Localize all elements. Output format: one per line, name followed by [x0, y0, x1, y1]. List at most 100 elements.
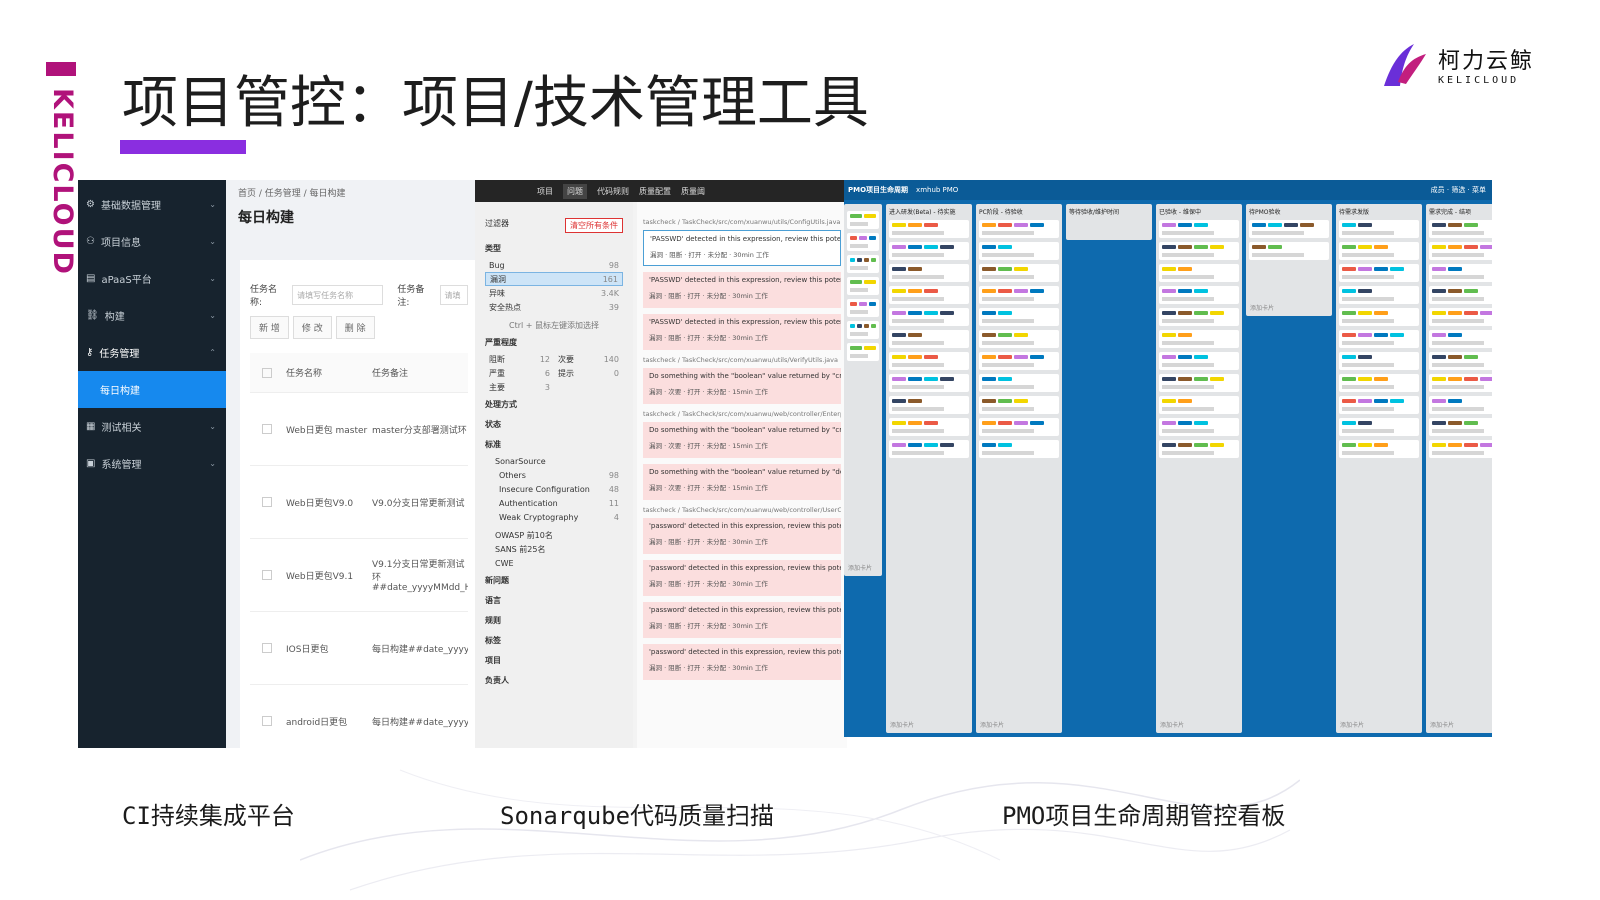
board-card[interactable]: [889, 374, 969, 392]
board-card[interactable]: [889, 396, 969, 414]
board-card[interactable]: [979, 418, 1059, 436]
board-card[interactable]: [979, 440, 1059, 458]
nav-quality-gates[interactable]: 质量阈: [681, 186, 705, 197]
type-bug[interactable]: Bug 98: [485, 258, 623, 272]
board-card[interactable]: [1429, 374, 1492, 392]
board-card[interactable]: [889, 308, 969, 326]
facet-language[interactable]: 语言: [485, 590, 623, 610]
table-row[interactable]: Web日更包V9.1 V9.1分支日常更新测试环 ##date_yyyyMMdd_…: [250, 539, 468, 612]
board-card[interactable]: [979, 374, 1059, 392]
column-header-name[interactable]: 任务名称: [286, 366, 372, 379]
add-card-button[interactable]: 添加卡片: [1430, 720, 1454, 729]
board-card[interactable]: [1429, 352, 1492, 370]
edit-button[interactable]: 修 改: [292, 316, 332, 339]
add-card-button[interactable]: 添加卡片: [890, 720, 914, 729]
ci-menu-task[interactable]: ⚷ 任务管理 ⌃: [78, 334, 226, 371]
nav-rules[interactable]: 代码规则: [597, 186, 629, 197]
board-card[interactable]: [1249, 242, 1329, 260]
issue-item[interactable]: 'password' detected in this expression, …: [643, 560, 841, 596]
list-title[interactable]: PC阶段 - 待验收: [979, 207, 1059, 216]
board-card[interactable]: [1429, 418, 1492, 436]
board-title[interactable]: PMO项目生命周期: [848, 185, 908, 195]
board-list[interactable]: 进入研发(Beta) - 待实施 添加卡片: [886, 204, 972, 733]
board-card[interactable]: [889, 352, 969, 370]
severity-facet-title[interactable]: 严重程度: [485, 337, 623, 348]
row-checkbox[interactable]: [262, 570, 272, 580]
board-card[interactable]: [1429, 220, 1492, 238]
severity-major[interactable]: 主要 3: [485, 380, 554, 394]
board-card[interactable]: [1159, 286, 1239, 304]
facet-tag[interactable]: 标签: [485, 630, 623, 650]
issue-message[interactable]: 'PASSWD' detected in this expression, re…: [650, 235, 840, 243]
severity-info[interactable]: 提示 0: [554, 366, 623, 380]
issue-message[interactable]: 'password' detected in this expression, …: [649, 522, 841, 530]
facet-status[interactable]: 状态: [485, 414, 623, 434]
add-button[interactable]: 新 增: [250, 316, 289, 339]
board-list[interactable]: 待PMO验收 添加卡片: [1246, 204, 1332, 316]
issue-message[interactable]: 'password' detected in this expression, …: [649, 648, 841, 656]
issue-item[interactable]: Do something with the "boolean" value re…: [643, 422, 841, 458]
table-row[interactable]: Web日更包V9.0 V9.0分支日常更新测试: [250, 466, 468, 539]
board-list[interactable]: 待需求发版 添加卡片: [1336, 204, 1422, 733]
issue-message[interactable]: Do something with the "boolean" value re…: [649, 426, 841, 434]
board-card[interactable]: [1339, 330, 1419, 348]
table-row[interactable]: Web日更包 master master分支部署测试环: [250, 393, 468, 466]
issue-message[interactable]: 'password' detected in this expression, …: [649, 564, 841, 572]
add-card-button[interactable]: 添加卡片: [980, 720, 1004, 729]
board-card[interactable]: [889, 220, 969, 238]
board-card[interactable]: [1159, 374, 1239, 392]
board-card[interactable]: [1159, 440, 1239, 458]
board-card[interactable]: [889, 330, 969, 348]
list-title[interactable]: 进入研发(Beta) - 待实施: [889, 207, 969, 216]
board-card[interactable]: [979, 286, 1059, 304]
board-card[interactable]: [1159, 330, 1239, 348]
ci-menu-testing[interactable]: ▦ 测试相关 ⌄: [78, 408, 226, 445]
board-card[interactable]: [1339, 286, 1419, 304]
facet-new-issues[interactable]: 新问题: [485, 570, 623, 590]
issue-item[interactable]: Do something with the "boolean" value re…: [643, 368, 841, 404]
facet-assignee[interactable]: 负责人: [485, 670, 623, 690]
board-card[interactable]: [1159, 220, 1239, 238]
board-list[interactable]: 已验收 - 维保中 添加卡片: [1156, 204, 1242, 733]
table-row[interactable]: IOS日更包 每日构建##date_yyyyM: [250, 612, 468, 685]
board-card[interactable]: [1249, 220, 1329, 238]
issue-file-path[interactable]: taskcheck / TaskCheck/src/com/xuanwu/web…: [643, 506, 841, 514]
board-list[interactable]: 需求完成 - 结项 添加卡片: [1426, 204, 1492, 733]
add-card-button[interactable]: 添加卡片: [1250, 303, 1274, 312]
board-card[interactable]: [847, 211, 879, 229]
board-card[interactable]: [1339, 308, 1419, 326]
issue-item[interactable]: 'PASSWD' detected in this expression, re…: [643, 272, 841, 308]
board-card[interactable]: [1339, 374, 1419, 392]
board-card[interactable]: [1159, 242, 1239, 260]
list-title[interactable]: 已验收 - 维保中: [1159, 207, 1239, 216]
board-card[interactable]: [1159, 308, 1239, 326]
board-card[interactable]: [847, 343, 879, 361]
nav-projects[interactable]: 项目: [537, 186, 553, 197]
board-card[interactable]: [979, 352, 1059, 370]
ci-menu-system[interactable]: ▣ 系统管理 ⌄: [78, 445, 226, 482]
board-team[interactable]: xmhub PMO: [916, 186, 958, 194]
board-card[interactable]: [889, 286, 969, 304]
board-card[interactable]: [847, 321, 879, 339]
add-card-button[interactable]: 添加卡片: [1340, 720, 1364, 729]
list-title[interactable]: 需求完成 - 结项: [1429, 207, 1492, 216]
board-card[interactable]: [1339, 396, 1419, 414]
issue-item[interactable]: Do something with the "boolean" value re…: [643, 464, 841, 500]
nav-issues[interactable]: 问题: [563, 183, 587, 199]
board-card[interactable]: [979, 242, 1059, 260]
standard-item[interactable]: Weak Cryptography 4: [485, 510, 623, 524]
board-list[interactable]: PC阶段 - 待验收 添加卡片: [976, 204, 1062, 733]
row-checkbox[interactable]: [262, 497, 272, 507]
board-card[interactable]: [1339, 440, 1419, 458]
board-card[interactable]: [1429, 330, 1492, 348]
row-checkbox[interactable]: [262, 643, 272, 653]
board-card[interactable]: [1429, 286, 1492, 304]
issue-message[interactable]: Do something with the "boolean" value re…: [649, 468, 841, 476]
type-hotspot[interactable]: 安全热点 39: [485, 300, 623, 314]
ci-menu-build[interactable]: ⛓ 构建 ⌄: [78, 297, 226, 334]
issue-message[interactable]: 'PASSWD' detected in this expression, re…: [649, 276, 841, 284]
issue-file-path[interactable]: taskcheck / TaskCheck/src/com/xuanwu/uti…: [643, 356, 841, 364]
delete-button[interactable]: 删 除: [335, 316, 375, 339]
severity-critical[interactable]: 严重 6: [485, 366, 554, 380]
board-card[interactable]: [1159, 352, 1239, 370]
